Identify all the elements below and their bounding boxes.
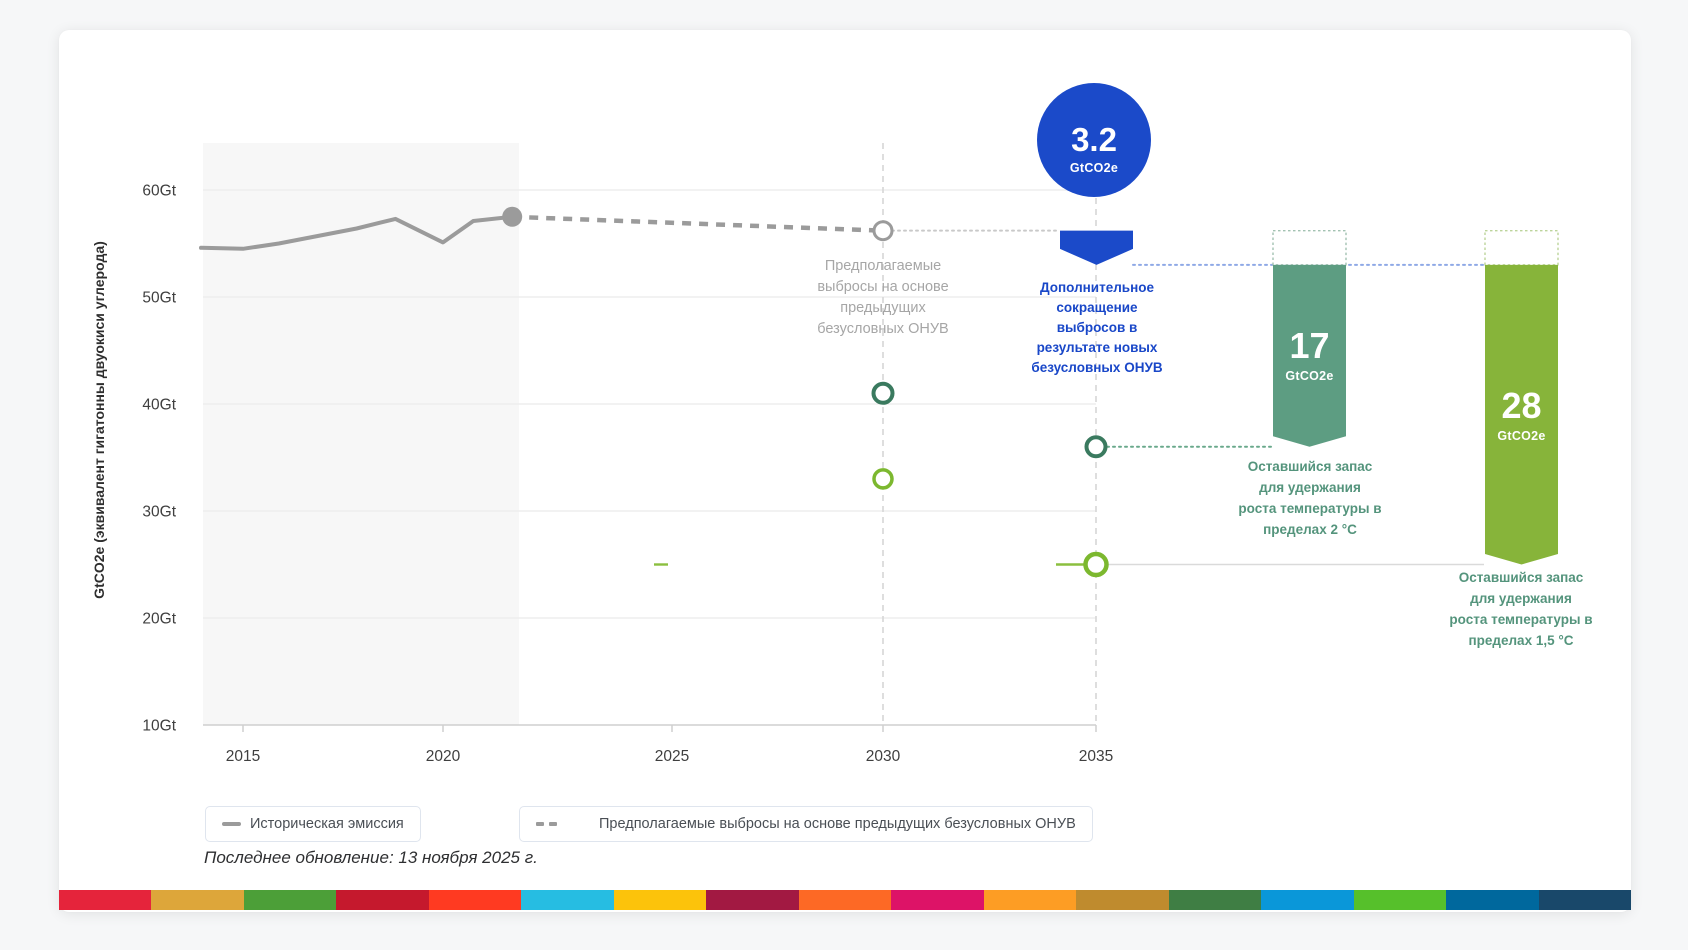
last-updated-note: Последнее обновление: 13 ноября 2025 г. (204, 848, 538, 868)
sdg-segment-12 (1076, 890, 1168, 910)
sdg-segment-3 (244, 890, 336, 910)
solid-line-icon (222, 822, 241, 826)
sdg-segment-6 (521, 890, 613, 910)
dashed-line-icon (536, 822, 557, 826)
sdg-segment-13 (1169, 890, 1261, 910)
sdg-segment-1 (59, 890, 151, 910)
sdg-segment-2 (151, 890, 243, 910)
legend-item-label: Предполагаемые выбросы на основе предыду… (599, 816, 1076, 832)
sdg-segment-10 (891, 890, 983, 910)
sdg-segment-11 (984, 890, 1076, 910)
sdg-segment-17 (1539, 890, 1631, 910)
sdg-segment-5 (429, 890, 521, 910)
sdg-segment-16 (1446, 890, 1538, 910)
sdg-segment-8 (706, 890, 798, 910)
legend-item-projected[interactable]: Предполагаемые выбросы на основе предыду… (519, 806, 1093, 842)
sdg-segment-15 (1354, 890, 1446, 910)
legend-item-label: Историческая эмиссия (250, 816, 404, 832)
sdg-segment-9 (799, 890, 891, 910)
sdg-color-strip (59, 890, 1631, 910)
sdg-segment-14 (1261, 890, 1353, 910)
chart-card (59, 30, 1631, 912)
sdg-segment-4 (336, 890, 428, 910)
legend-item-historical[interactable]: Историческая эмиссия (205, 806, 421, 842)
sdg-segment-7 (614, 890, 706, 910)
